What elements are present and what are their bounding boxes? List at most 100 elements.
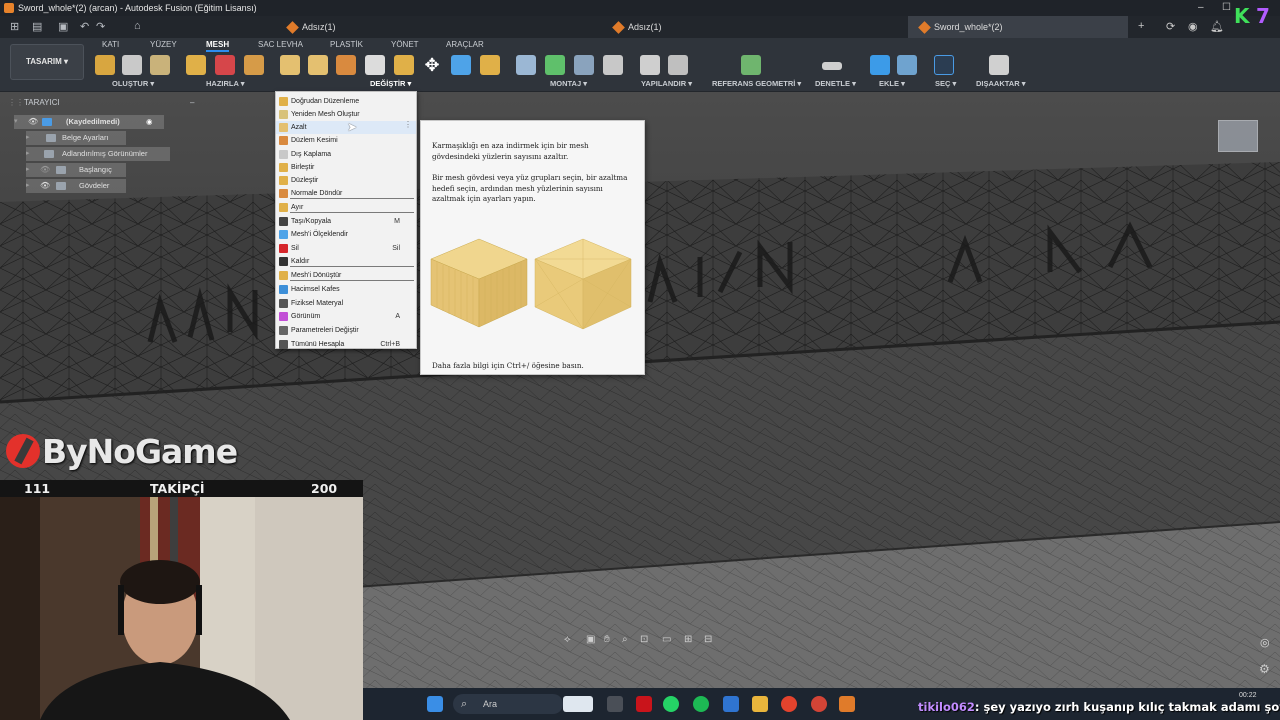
export-icon[interactable] (989, 55, 1009, 75)
menu-item-plane-cut[interactable]: Düzlem Kesimi (276, 134, 416, 147)
prepare-generate-icon[interactable] (244, 55, 264, 75)
prepare-face-group-icon[interactable] (215, 55, 235, 75)
minimize-button[interactable]: – (1198, 0, 1204, 16)
expand-arrow-icon[interactable]: ▸ (26, 131, 30, 145)
tab-mesh[interactable]: MESH (206, 40, 230, 52)
netflix-icon[interactable] (636, 696, 652, 712)
look-at-icon[interactable]: ▣ (586, 634, 595, 645)
document-tab-active[interactable]: Sword_whole*(2) (908, 16, 1128, 38)
undo-icon[interactable]: ↶ (80, 20, 89, 33)
menu-item-scale[interactable]: Mesh'i Ölçeklendir (276, 228, 416, 241)
notifications-icon[interactable]: 🔔︎ (1210, 20, 1224, 33)
menu-item-compute[interactable]: Tümünü Hesapla Ctrl+B (276, 338, 416, 351)
whatsapp-icon[interactable] (663, 696, 679, 712)
display-settings-icon[interactable]: ▭ (662, 634, 671, 645)
browser-item-origin[interactable]: ▸ 👁︎ Başlangıç (26, 163, 126, 177)
spotify-icon[interactable] (693, 696, 709, 712)
group-inspect[interactable]: DENETLE ▾ (815, 79, 856, 88)
group-construct[interactable]: REFERANS GEOMETRİ ▾ (712, 79, 801, 88)
store-icon[interactable] (723, 696, 739, 712)
windows-start-icon[interactable] (427, 696, 443, 712)
chrome-icon[interactable] (781, 696, 797, 712)
hidden-eye-icon[interactable]: 👁︎ (40, 163, 50, 177)
expand-arrow-icon[interactable]: ▾ (14, 115, 18, 129)
maximize-button[interactable]: ☐ (1222, 0, 1231, 16)
viewcube-icon[interactable] (1218, 120, 1258, 152)
menu-item-combine[interactable]: Birleştir (276, 161, 416, 174)
modify-combine-icon[interactable] (394, 55, 414, 75)
app-menu-icon[interactable]: ⊞ (10, 20, 19, 33)
zoom-window-icon[interactable]: ◎ (1260, 636, 1270, 649)
menu-item-direct-edit[interactable]: Doğrudan Düzenleme (276, 95, 416, 108)
modify-convert-icon[interactable] (480, 55, 500, 75)
new-file-icon[interactable]: ▤ (32, 20, 42, 33)
browser-item-document-settings[interactable]: ▸ Belge Ayarları (26, 131, 126, 145)
browser-item-bodies[interactable]: ▸ 👁︎ Gövdeler (26, 179, 126, 193)
modify-reduce-icon[interactable] (308, 55, 328, 75)
group-prepare[interactable]: HAZIRLA ▾ (206, 79, 245, 88)
tab-solid[interactable]: KATI (102, 40, 119, 49)
insert-mesh-icon[interactable] (122, 55, 142, 75)
weather-widget-icon[interactable] (563, 696, 593, 712)
tab-surface[interactable]: YÜZEY (150, 40, 177, 49)
assemble-table-icon[interactable] (603, 55, 623, 75)
visibility-eye-icon[interactable]: 👁︎ (40, 179, 50, 193)
group-configure[interactable]: YAPILANDIR ▾ (641, 79, 692, 88)
menu-item-appearance[interactable]: Görünüm A (276, 310, 416, 323)
document-tab[interactable]: Adsız(1) (602, 16, 802, 38)
modify-plane-cut-icon[interactable] (336, 55, 356, 75)
group-create[interactable]: OLUŞTUR ▾ (112, 79, 154, 88)
settings-gear-icon[interactable]: ⚙ (1259, 662, 1270, 676)
fusion-taskbar-icon[interactable] (839, 696, 855, 712)
insert-icon[interactable] (870, 55, 890, 75)
tab-sheet-metal[interactable]: SAC LEVHA (258, 40, 303, 49)
task-view-icon[interactable] (607, 696, 623, 712)
workspace-switcher[interactable]: TASARIM ▾ (10, 44, 84, 80)
expand-arrow-icon[interactable]: ▸ (26, 163, 30, 177)
tab-manage[interactable]: YÖNET (391, 40, 419, 49)
menu-item-reduce[interactable]: Azalt (276, 121, 416, 134)
scale-mesh-icon[interactable] (451, 55, 471, 75)
activate-radio-icon[interactable]: ◉ (146, 115, 153, 129)
browser-item-named-views[interactable]: ▸ Adlandırılmış Görünümler (26, 147, 170, 161)
orbit-icon[interactable]: ⟡ (564, 634, 571, 645)
configure-table-icon[interactable] (668, 55, 688, 75)
menu-item-lattice[interactable]: Hacimsel Kafes (276, 283, 416, 296)
menu-item-parameters[interactable]: Parametreleri Değiştir (276, 324, 416, 337)
online-status-icon[interactable]: ◉ (1188, 20, 1198, 33)
new-tab-icon[interactable]: + (1138, 20, 1144, 32)
refresh-icon[interactable]: ⟳ (1166, 20, 1175, 33)
menu-item-delete[interactable]: Sil Sil (276, 242, 416, 255)
expand-arrow-icon[interactable]: ▸ (26, 147, 30, 161)
home-icon[interactable]: ⌂ (134, 20, 141, 32)
group-modify[interactable]: DEĞİŞTİR ▾ (370, 79, 411, 88)
assemble-rigid-icon[interactable] (574, 55, 594, 75)
viewports-icon[interactable]: ⊟ (704, 634, 712, 645)
menu-item-shell[interactable]: Dış Kaplama (276, 148, 416, 161)
clock-time[interactable]: 00:22 (1239, 692, 1257, 699)
select-tool-icon[interactable] (934, 55, 954, 75)
obs-icon[interactable] (811, 696, 827, 712)
file-explorer-icon[interactable] (752, 696, 768, 712)
modify-shell-icon[interactable] (365, 55, 385, 75)
group-insert[interactable]: EKLE ▾ (879, 79, 905, 88)
menu-item-move[interactable]: Taşı/Kopyala M (276, 215, 416, 228)
redo-icon[interactable]: ↷ (96, 20, 105, 33)
group-assemble[interactable]: MONTAJ ▾ (550, 79, 587, 88)
taskbar-search[interactable]: ⌕ Ara (453, 694, 563, 714)
assemble-new-component-icon[interactable] (516, 55, 536, 75)
group-select[interactable]: SEÇ ▾ (935, 79, 956, 88)
group-export[interactable]: DIŞAAKTAR ▾ (976, 79, 1025, 88)
reference-plane-icon[interactable] (741, 55, 761, 75)
menu-item-smooth[interactable]: Düzleştir (276, 174, 416, 187)
menu-item-remesh[interactable]: Yeniden Mesh Oluştur (276, 108, 416, 121)
insert-image-icon[interactable] (897, 55, 917, 75)
measure-icon[interactable] (822, 62, 842, 70)
tab-utilities[interactable]: ARAÇLAR (446, 40, 484, 49)
modify-remesh-icon[interactable] (280, 55, 300, 75)
more-options-icon[interactable]: ⋮ (404, 120, 412, 129)
save-icon[interactable]: ▣ (58, 20, 68, 33)
configure-icon[interactable] (640, 55, 660, 75)
prepare-repair-icon[interactable] (186, 55, 206, 75)
pan-hand-icon[interactable]: ✋︎ (604, 634, 610, 645)
